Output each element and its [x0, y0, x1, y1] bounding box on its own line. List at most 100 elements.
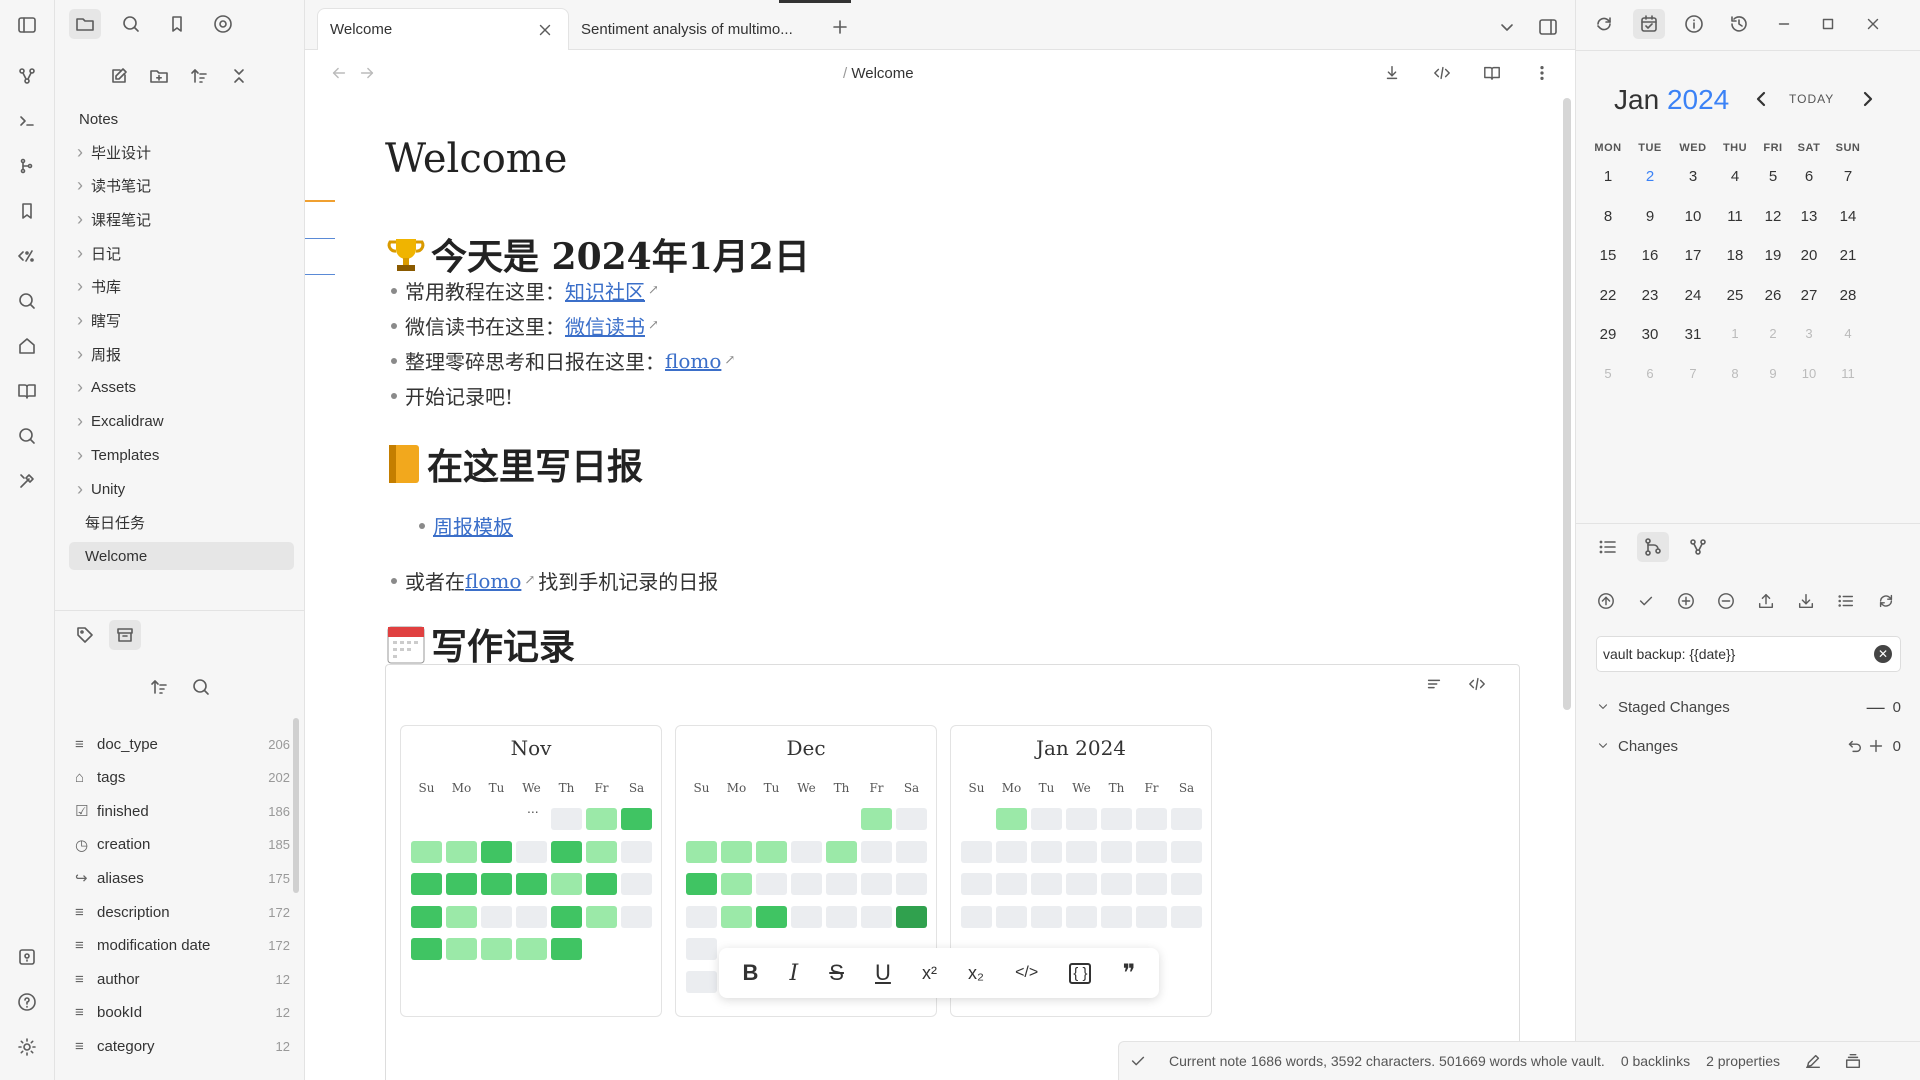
- terminal-icon[interactable]: [14, 108, 40, 134]
- property-row[interactable]: ≡ bookId 12: [75, 999, 290, 1027]
- calendar-day[interactable]: 23: [1632, 287, 1668, 304]
- heatmap-cell[interactable]: [996, 808, 1027, 830]
- properties-scrollbar[interactable]: [293, 718, 299, 893]
- external-link[interactable]: 知识社区: [565, 276, 645, 305]
- italic-button[interactable]: I: [789, 961, 798, 986]
- reading-view-icon[interactable]: [1476, 58, 1508, 88]
- outline-icon[interactable]: [14, 153, 40, 179]
- backlinks-count[interactable]: 0 backlinks: [1621, 1053, 1690, 1069]
- stage-all-icon[interactable]: [1670, 586, 1702, 616]
- calendar-day[interactable]: 17: [1675, 247, 1711, 264]
- heatmap-cell[interactable]: [1171, 840, 1202, 863]
- calendar-day[interactable]: 21: [1830, 247, 1866, 264]
- heatmap-cell[interactable]: [996, 873, 1027, 895]
- minus-icon[interactable]: —: [1867, 697, 1885, 718]
- calendar-day[interactable]: 31: [1675, 326, 1711, 343]
- heatmap-cell[interactable]: [551, 873, 582, 895]
- property-row[interactable]: ◷ creation 185: [75, 831, 290, 859]
- calendar-day[interactable]: 3: [1791, 326, 1827, 341]
- next-month-icon[interactable]: [1851, 84, 1883, 114]
- heatmap-cell[interactable]: [411, 873, 442, 895]
- refresh-icon[interactable]: [1870, 586, 1902, 616]
- heatmap-cell[interactable]: [551, 938, 582, 960]
- heatmap-cell[interactable]: [586, 808, 617, 830]
- search-tab[interactable]: [115, 9, 147, 39]
- heatmap-cell[interactable]: [411, 840, 442, 863]
- heatmap-cell[interactable]: [686, 873, 717, 895]
- heatmap-cell[interactable]: [446, 905, 477, 928]
- unstage-all-icon[interactable]: [1710, 586, 1742, 616]
- heatmap-cell[interactable]: [1101, 905, 1132, 928]
- heatmap-cell[interactable]: [516, 840, 547, 863]
- note-content[interactable]: Welcome 今天是 2024年1月2日 在这里写日报 周报模板 或者在 fl…: [305, 98, 1575, 1080]
- property-row[interactable]: ≡ description 172: [75, 898, 290, 926]
- heatmap-cell[interactable]: [961, 873, 992, 895]
- heatmap-cell[interactable]: [1101, 840, 1132, 863]
- heatmap-cell[interactable]: [996, 905, 1027, 928]
- home-icon[interactable]: [14, 333, 40, 359]
- help-box-icon[interactable]: [14, 944, 40, 970]
- info-icon[interactable]: [1678, 9, 1710, 39]
- property-row[interactable]: ⌂ tags 202: [75, 764, 290, 792]
- stack-icon[interactable]: [1844, 1052, 1862, 1070]
- heatmap-cell[interactable]: [861, 840, 892, 863]
- source-code-icon[interactable]: [1426, 58, 1458, 88]
- calendar-day[interactable]: 6: [1632, 366, 1668, 381]
- heatmap-cell[interactable]: [1066, 808, 1097, 830]
- heatmap-cell[interactable]: [1031, 905, 1062, 928]
- close-window-icon[interactable]: [1857, 9, 1889, 39]
- tab-sentiment[interactable]: Sentiment analysis of multimo...: [569, 8, 819, 50]
- properties-search-icon[interactable]: [185, 672, 217, 702]
- heatmap-cell[interactable]: [551, 840, 582, 863]
- calendar-day[interactable]: 2: [1755, 326, 1791, 341]
- heatmap-cell[interactable]: [1136, 905, 1167, 928]
- property-row[interactable]: ↪ aliases 175: [75, 864, 290, 892]
- heatmap-cell[interactable]: [411, 905, 442, 928]
- collapse-all-icon[interactable]: [223, 61, 255, 91]
- settings-icon[interactable]: [14, 1034, 40, 1060]
- heatmap-cell[interactable]: [621, 808, 652, 830]
- graph-icon[interactable]: [14, 63, 40, 89]
- commit-icon[interactable]: [1590, 586, 1622, 616]
- heatmap-cell[interactable]: [861, 905, 892, 928]
- calendar-day[interactable]: 8: [1590, 208, 1626, 225]
- calendar-day[interactable]: 8: [1717, 366, 1753, 381]
- folder-item[interactable]: › 毕业设计: [69, 138, 294, 166]
- calendar-day[interactable]: 14: [1830, 208, 1866, 225]
- calendar-day[interactable]: 1: [1590, 168, 1626, 185]
- heatmap-cell[interactable]: [481, 905, 512, 928]
- sort-icon[interactable]: [183, 61, 215, 91]
- code-block-button[interactable]: { }: [1069, 962, 1092, 984]
- more-options-icon[interactable]: [1526, 58, 1558, 88]
- heatmap-cell[interactable]: [446, 938, 477, 960]
- heatmap-cell[interactable]: [1136, 808, 1167, 830]
- heatmap-cell[interactable]: [861, 873, 892, 895]
- percent-icon[interactable]: [14, 243, 40, 269]
- heatmap-cell[interactable]: [826, 840, 857, 863]
- heatmap-cell[interactable]: [551, 905, 582, 928]
- right-sidebar-toggle-icon[interactable]: [1532, 12, 1564, 42]
- heatmap-cell[interactable]: [861, 808, 892, 830]
- folder-item[interactable]: › 周报: [69, 340, 294, 368]
- calendar-day[interactable]: 13: [1791, 208, 1827, 225]
- calendar-day[interactable]: 5: [1590, 366, 1626, 381]
- calendar-day[interactable]: 18: [1717, 247, 1753, 264]
- heatmap-cell[interactable]: [621, 873, 652, 895]
- undo-icon[interactable]: [1845, 737, 1863, 755]
- changes-row[interactable]: Changes 0: [1596, 733, 1901, 759]
- properties-count[interactable]: 2 properties: [1706, 1053, 1780, 1069]
- heatmap-cell[interactable]: [446, 840, 477, 863]
- calendar-day[interactable]: 7: [1675, 366, 1711, 381]
- heatmap-cell[interactable]: [686, 938, 717, 960]
- file-item[interactable]: 每日任务: [69, 508, 294, 536]
- heatmap-cell[interactable]: [1101, 808, 1132, 830]
- forward-arrow-icon[interactable]: [351, 58, 383, 88]
- heatmap-cell[interactable]: [826, 873, 857, 895]
- calendar-day[interactable]: 3: [1675, 168, 1711, 185]
- property-row[interactable]: ≡ modification date 172: [75, 932, 290, 960]
- calendar-day[interactable]: 11: [1830, 366, 1866, 381]
- heatmap-cell[interactable]: [896, 905, 927, 928]
- new-folder-icon[interactable]: [143, 61, 175, 91]
- calendar-day[interactable]: 10: [1675, 208, 1711, 225]
- flomo-link[interactable]: flomo: [465, 569, 521, 593]
